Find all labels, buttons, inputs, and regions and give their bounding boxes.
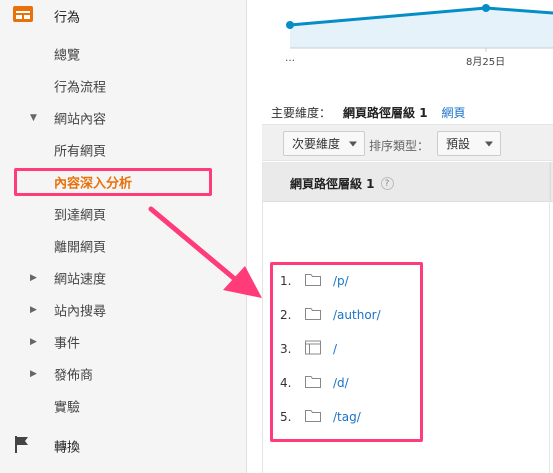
annotation-arrow — [148, 206, 262, 298]
